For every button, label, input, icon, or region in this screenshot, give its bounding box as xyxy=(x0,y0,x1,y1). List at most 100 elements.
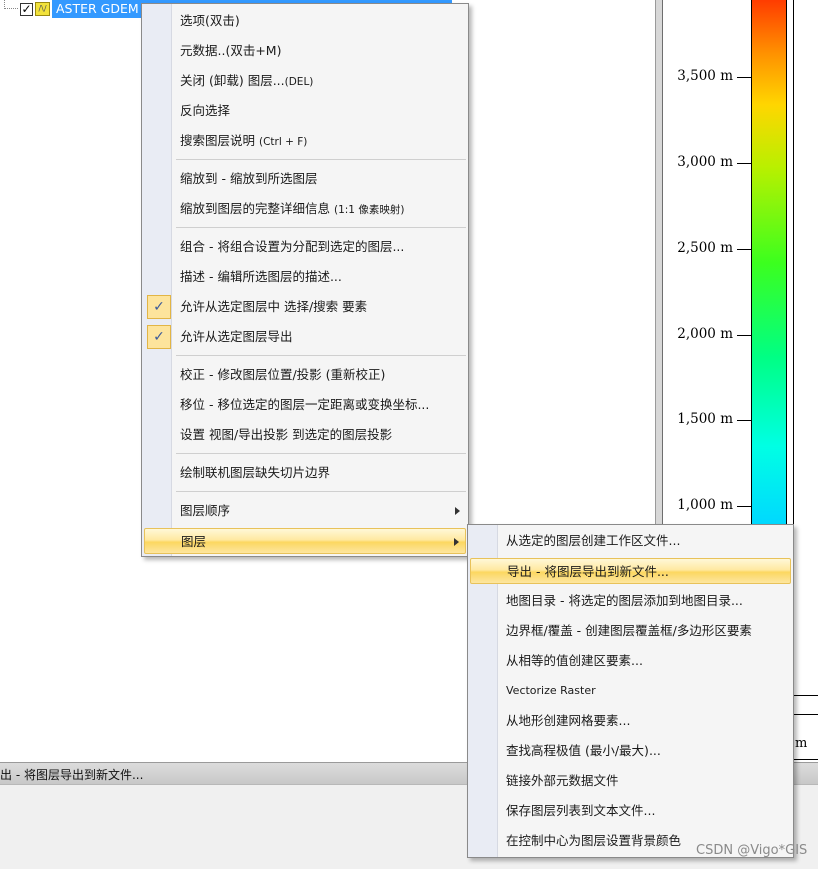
raster-layer-icon: /\/ xyxy=(35,2,50,16)
menu-item-text: 描述 - 编辑所选图层的描述... xyxy=(180,269,342,284)
menu-item-label: 从相等的值创建区要素... xyxy=(506,653,643,668)
context-menu-item[interactable]: 绘制联机图层缺失切片边界 xyxy=(144,460,466,486)
menu-item-label: 校正 - 修改图层位置/投影 (重新校正) xyxy=(180,362,385,388)
menu-item-text: 组合 - 将组合设置为分配到选定的图层... xyxy=(180,239,405,254)
menu-item-text: 关闭 (卸载) 图层... xyxy=(180,73,285,88)
elevation-color-scale xyxy=(751,0,787,525)
legend-tick-label: 2,500 m xyxy=(677,240,733,256)
menu-item-text: 搜索图层说明 xyxy=(180,133,259,148)
menu-item-label: 边界框/覆盖 - 创建图层覆盖框/多边形区要素 xyxy=(506,623,752,638)
menu-item-text: 缩放到图层的完整详细信息 xyxy=(180,201,334,216)
menu-item-label: 缩放到图层的完整详细信息 (1:1 像素映射) xyxy=(180,196,404,222)
context-menu-item[interactable]: 反向选择 xyxy=(144,98,466,124)
menu-item-label: 在控制中心为图层设置背景颜色 xyxy=(506,833,682,848)
context-menu-item[interactable]: 描述 - 编辑所选图层的描述... xyxy=(144,264,466,290)
context-menu-item[interactable]: ✓ 允许从选定图层中 选择/搜索 要素 xyxy=(144,294,466,320)
menu-item-text: 允许从选定图层中 选择/搜索 要素 xyxy=(180,299,368,314)
context-menu-item[interactable]: 搜索图层说明 (Ctrl + F) xyxy=(144,128,466,154)
menu-item-label: 元数据..(双击+M) xyxy=(180,38,281,64)
legend-tick-mark xyxy=(737,249,751,250)
legend-tick-label: 1,500 m xyxy=(677,411,733,427)
tree-connector-line xyxy=(4,0,18,9)
menu-item-text: 图层 xyxy=(181,534,207,549)
menu-item-label: 描述 - 编辑所选图层的描述... xyxy=(180,264,342,290)
menu-item-label: 绘制联机图层缺失切片边界 xyxy=(180,460,330,486)
context-menu-item[interactable]: 元数据..(双击+M) xyxy=(144,38,466,64)
menu-separator xyxy=(176,491,466,492)
menu-item-text: 元数据..(双击+M) xyxy=(180,43,282,58)
submenu-arrow-icon xyxy=(454,538,459,546)
legend-tick-label: 1,000 m xyxy=(677,497,733,513)
menu-item-label: 从地形创建网格要素... xyxy=(506,713,631,728)
submenu-item[interactable]: 链接外部元数据文件 xyxy=(470,768,791,794)
submenu-item[interactable]: 查找高程极值 (最小/最大)... xyxy=(470,738,791,764)
menu-item-label: 缩放到 - 缩放到所选图层 xyxy=(180,166,317,192)
context-menu-item[interactable]: 关闭 (卸载) 图层...(DEL) xyxy=(144,68,466,94)
context-menu-item[interactable]: 图层顺序 xyxy=(144,498,466,524)
submenu-arrow-icon xyxy=(455,507,460,515)
menu-item-label: 反向选择 xyxy=(180,98,230,124)
context-menu-item[interactable]: 校正 - 修改图层位置/投影 (重新校正) xyxy=(144,362,466,388)
menu-item-label: 设置 视图/导出投影 到选定的图层投影 xyxy=(180,422,392,448)
layer-visibility-checkbox[interactable]: ✓ xyxy=(20,2,33,16)
submenu-item[interactable]: 从相等的值创建区要素... xyxy=(470,648,791,674)
menu-item-label: 从选定的图层创建工作区文件... xyxy=(506,533,681,548)
menu-item-text: 允许从选定图层导出 xyxy=(180,329,293,344)
legend-tick-label: 2,000 m xyxy=(677,326,733,342)
context-menu-item[interactable]: 缩放到 - 缩放到所选图层 xyxy=(144,166,466,192)
legend-tick-label: 3,000 m xyxy=(677,154,733,170)
menu-item-label: 组合 - 将组合设置为分配到选定的图层... xyxy=(180,234,404,260)
menu-item-text: 图层顺序 xyxy=(180,503,231,518)
submenu-item[interactable]: 地图目录 - 将选定的图层添加到地图目录... xyxy=(470,588,791,614)
menu-item-label: 图层 xyxy=(181,529,206,555)
legend-tick-label: 3,500 m xyxy=(677,68,733,84)
menu-item-label: 导出 - 将图层导出到新文件... xyxy=(507,564,669,579)
menu-item-label: 允许从选定图层导出 xyxy=(180,324,293,350)
menu-item-label: Vectorize Raster xyxy=(506,684,596,697)
submenu-item[interactable]: 边界框/覆盖 - 创建图层覆盖框/多边形区要素 xyxy=(470,618,791,644)
menu-item-label: 地图目录 - 将选定的图层添加到地图目录... xyxy=(506,593,743,608)
context-menu-item[interactable]: 移位 - 移位选定的图层一定距离或变换坐标... xyxy=(144,392,466,418)
layer-context-menu: 选项(双击) 元数据..(双击+M) 关闭 (卸载) 图层...(DEL) 反向选择搜… xyxy=(141,3,469,557)
menu-item-text: 校正 - 修改图层位置/投影 (重新校正) xyxy=(180,367,386,382)
menu-item-label: 图层顺序 xyxy=(180,498,230,524)
menu-item-shortcut: (Ctrl + F) xyxy=(258,136,308,148)
submenu-item[interactable]: 导出 - 将图层导出到新文件... xyxy=(470,558,791,584)
watermark-text: CSDN @Vigo*GIS xyxy=(696,843,808,858)
menu-item-label: 允许从选定图层中 选择/搜索 要素 xyxy=(180,294,367,320)
layer-submenu: 从选定的图层创建工作区文件... 导出 - 将图层导出到新文件... 地图目录 - … xyxy=(467,524,794,858)
context-menu-item[interactable]: 缩放到图层的完整详细信息 (1:1 像素映射) xyxy=(144,196,466,222)
context-menu-item[interactable]: ✓ 允许从选定图层导出 xyxy=(144,324,466,350)
menu-item-label: 关闭 (卸载) 图层...(DEL) xyxy=(180,68,313,94)
menu-item-label: 查找高程极值 (最小/最大)... xyxy=(506,743,661,758)
context-menu-item[interactable]: 图层 xyxy=(144,528,466,554)
submenu-item[interactable]: Vectorize Raster xyxy=(470,678,791,704)
menu-item-label: 链接外部元数据文件 xyxy=(506,773,619,788)
submenu-item[interactable]: 保存图层列表到文本文件... xyxy=(470,798,791,824)
context-menu-item[interactable]: 设置 视图/导出投影 到选定的图层投影 xyxy=(144,422,466,448)
submenu-item[interactable]: 从地形创建网格要素... xyxy=(470,708,791,734)
menu-separator xyxy=(176,227,466,228)
legend-tick-mark xyxy=(737,335,751,336)
legend-tick-mark xyxy=(737,163,751,164)
menu-separator xyxy=(176,355,466,356)
status-text: 出 - 将图层导出到新文件... xyxy=(0,768,144,782)
menu-item-label: 移位 - 移位选定的图层一定距离或变换坐标... xyxy=(180,392,429,418)
menu-item-text: 设置 视图/导出投影 到选定的图层投影 xyxy=(180,427,393,442)
menu-item-text: 移位 - 移位选定的图层一定距离或变换坐标... xyxy=(180,397,430,412)
menu-item-label: 保存图层列表到文本文件... xyxy=(506,803,656,818)
menu-item-label: 搜索图层说明 (Ctrl + F) xyxy=(180,128,307,154)
menu-separator xyxy=(176,159,466,160)
menu-item-text: 反向选择 xyxy=(180,103,231,118)
legend-tick-mark xyxy=(737,77,751,78)
legend-tick-mark xyxy=(737,420,751,421)
scale-unit-label: m xyxy=(795,736,808,751)
submenu-item[interactable]: 从选定的图层创建工作区文件... xyxy=(470,528,791,554)
menu-item-text: 绘制联机图层缺失切片边界 xyxy=(180,465,331,480)
menu-item-shortcut: (1:1 像素映射) xyxy=(333,204,405,216)
menu-separator xyxy=(176,453,466,454)
checkmark-icon: ✓ xyxy=(147,295,171,319)
context-menu-item[interactable]: 选项(双击) xyxy=(144,8,466,34)
context-menu-item[interactable]: 组合 - 将组合设置为分配到选定的图层... xyxy=(144,234,466,260)
menu-item-text: 选项(双击) xyxy=(180,13,240,28)
